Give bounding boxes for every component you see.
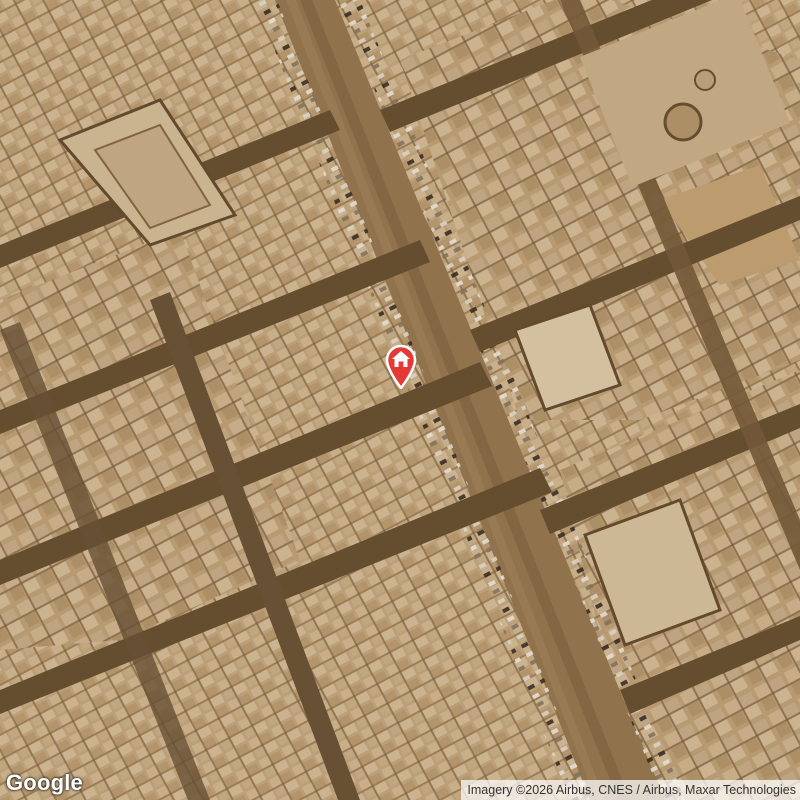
home-icon [385, 344, 417, 391]
google-logo[interactable]: Google [6, 770, 83, 796]
imagery-attribution: Imagery ©2026 Airbus, CNES / Airbus, Max… [461, 780, 800, 800]
location-pin-marker[interactable] [384, 343, 418, 391]
satellite-map[interactable]: Google Imagery ©2026 Airbus, CNES / Airb… [0, 0, 800, 800]
satellite-imagery [0, 0, 800, 800]
